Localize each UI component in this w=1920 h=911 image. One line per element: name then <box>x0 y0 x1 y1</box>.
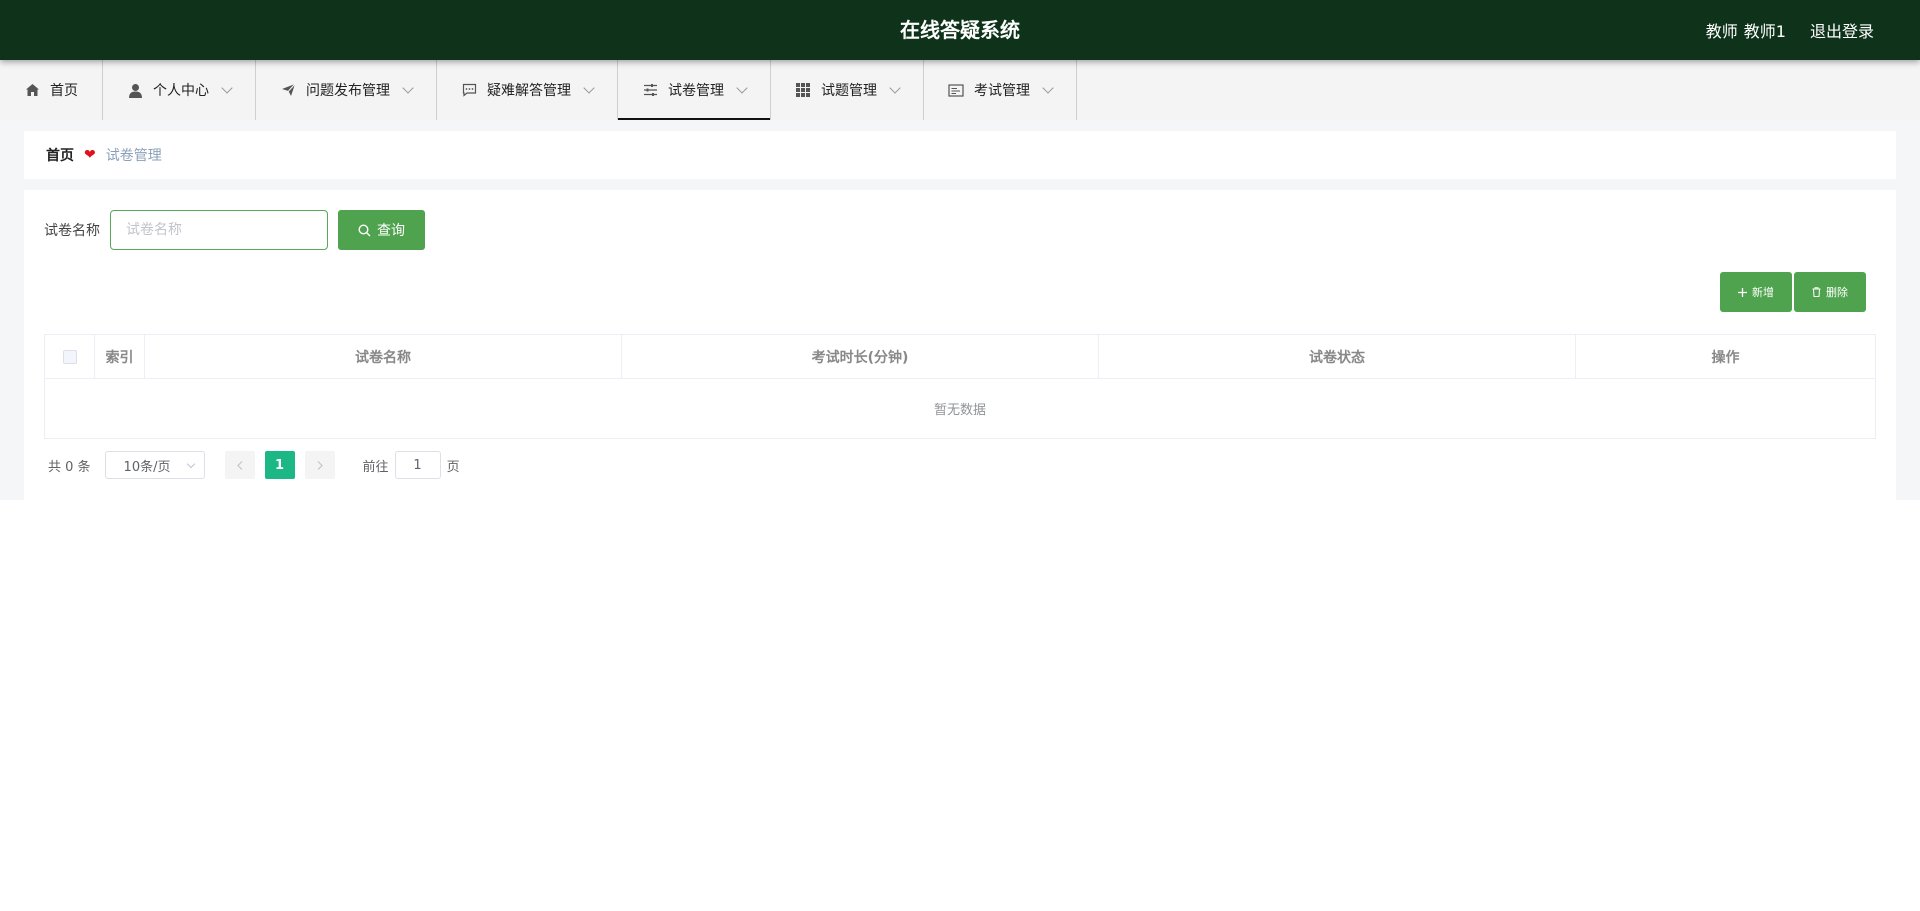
sliders-icon <box>642 82 658 98</box>
select-all-header <box>44 334 95 379</box>
current-user: 教师 教师1 <box>1706 18 1786 42</box>
user-icon <box>127 82 143 98</box>
app-title: 在线答疑系统 <box>900 18 1020 42</box>
nav-label-personal-center: 个人中心 <box>153 83 209 99</box>
goto-suffix: 页 <box>446 459 460 475</box>
chevron-down-icon <box>186 459 195 469</box>
search-input[interactable] <box>110 210 328 250</box>
nav-label-paper-manage: 试卷管理 <box>668 83 724 99</box>
add-button[interactable]: 新增 <box>1720 272 1792 312</box>
page-number-current[interactable]: 1 <box>264 451 295 479</box>
delete-button[interactable]: 删除 <box>1794 272 1866 312</box>
user-name: 教师1 <box>1743 22 1786 41</box>
next-page-button[interactable] <box>304 451 335 479</box>
column-header-actions: 操作 <box>1575 334 1876 379</box>
breadcrumb-current: 试卷管理 <box>105 148 162 164</box>
chat-icon <box>461 82 477 98</box>
paper-table: 索引 试卷名称 考试时长(分钟) 试卷状态 操作 暂无数据 <box>44 334 1876 439</box>
pagination-total: 共 0 条 <box>48 459 91 475</box>
table-empty-row: 暂无数据 <box>44 378 1876 439</box>
logout-button[interactable]: 退出登录 <box>1810 18 1874 42</box>
nav-item-home[interactable]: 首页 <box>0 60 103 120</box>
empty-text: 暂无数据 <box>44 378 1876 439</box>
select-all-checkbox[interactable] <box>62 349 77 364</box>
nav-item-exam-manage[interactable]: 考试管理 <box>924 60 1077 120</box>
tablet-icon <box>948 82 964 98</box>
goto-prefix: 前往 <box>362 459 389 475</box>
search-row: 试卷名称 查询 <box>44 210 425 250</box>
pagination: 共 0 条 10条/页 1 前往 页 <box>48 451 460 479</box>
breadcrumb-home[interactable]: 首页 <box>46 145 74 165</box>
nav-label-home: 首页 <box>50 83 78 99</box>
chevron-down-icon <box>221 81 233 94</box>
search-button-label: 查询 <box>377 222 405 238</box>
chevron-down-icon <box>736 81 748 94</box>
chevron-down-icon <box>402 81 414 94</box>
breadcrumb: 首页 ❤ 试卷管理 <box>24 131 1896 179</box>
plus-icon <box>1738 287 1747 297</box>
main-nav: 首页 个人中心 问题发布管理 疑难解答管理 试卷管理 试题管理 考试管理 <box>0 60 1920 120</box>
nav-label-answer-manage: 疑难解答管理 <box>487 83 571 99</box>
table-header-row: 索引 试卷名称 考试时长(分钟) 试卷状态 操作 <box>44 334 1876 379</box>
user-role: 教师 <box>1705 22 1738 41</box>
home-icon <box>24 82 40 98</box>
nav-label-question-publish: 问题发布管理 <box>306 83 390 99</box>
column-header-status: 试卷状态 <box>1098 334 1576 379</box>
chevron-down-icon <box>1042 81 1054 94</box>
main-panel: 试卷名称 查询 新增 删除 索引 试卷名称 考试时长(分钟) 试卷状态 <box>24 190 1896 500</box>
nav-item-personal-center[interactable]: 个人中心 <box>103 60 256 120</box>
page-size-select[interactable]: 10条/页 <box>104 451 205 479</box>
search-button[interactable]: 查询 <box>338 210 425 250</box>
send-icon <box>280 82 296 98</box>
chevron-left-icon <box>236 460 242 470</box>
grid-icon <box>795 82 811 98</box>
column-header-index: 索引 <box>94 334 145 379</box>
chevron-right-icon <box>317 460 323 470</box>
top-header: 在线答疑系统 教师 教师1 退出登录 <box>0 0 1920 60</box>
goto-page-input[interactable] <box>394 451 441 479</box>
nav-item-answer-manage[interactable]: 疑难解答管理 <box>437 60 618 120</box>
chevron-down-icon <box>583 81 595 94</box>
prev-page-button[interactable] <box>224 451 255 479</box>
search-label: 试卷名称 <box>44 223 100 239</box>
header-user-area: 教师 教师1 退出登录 <box>1706 0 1874 60</box>
column-header-paper-name: 试卷名称 <box>144 334 622 379</box>
chevron-down-icon <box>889 81 901 94</box>
action-buttons: 新增 删除 <box>1720 272 1866 312</box>
trash-icon <box>1812 287 1821 297</box>
nav-item-paper-manage[interactable]: 试卷管理 <box>618 60 771 120</box>
add-button-label: 新增 <box>1752 287 1774 299</box>
delete-button-label: 删除 <box>1826 287 1848 299</box>
goto-page: 前往 页 <box>363 451 460 479</box>
nav-label-question-manage: 试题管理 <box>821 83 877 99</box>
page-size-value: 10条/页 <box>123 459 171 475</box>
nav-item-question-manage[interactable]: 试题管理 <box>771 60 924 120</box>
column-header-duration: 考试时长(分钟) <box>621 334 1099 379</box>
nav-label-exam-manage: 考试管理 <box>974 83 1030 99</box>
heart-icon: ❤ <box>84 147 96 163</box>
search-icon <box>358 223 371 236</box>
nav-item-question-publish[interactable]: 问题发布管理 <box>256 60 437 120</box>
